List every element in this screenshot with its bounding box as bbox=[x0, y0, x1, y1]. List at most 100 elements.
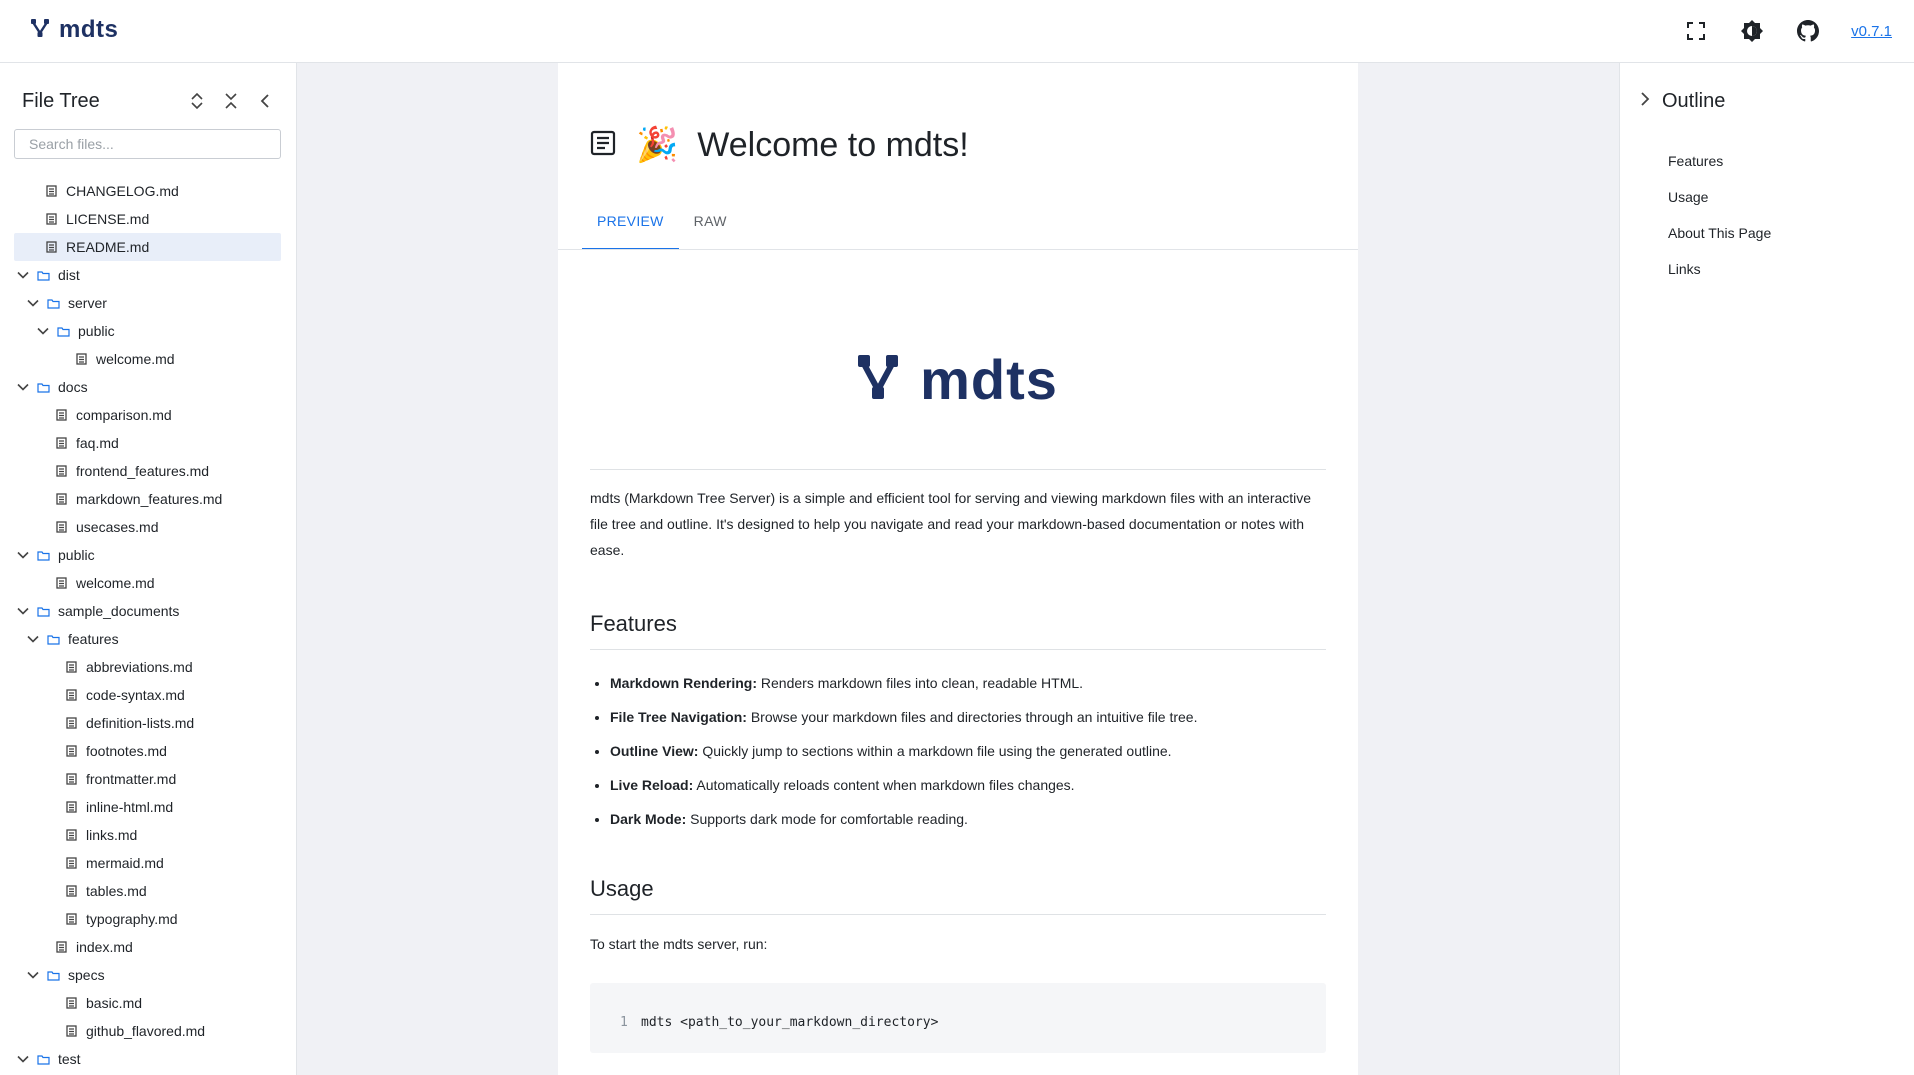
file-icon bbox=[54, 576, 68, 590]
feature-description: Renders markdown files into clean, reada… bbox=[757, 675, 1084, 691]
file-item[interactable]: README.md bbox=[14, 233, 281, 261]
chevron-down-icon[interactable] bbox=[34, 322, 52, 340]
code-line-number: 1 bbox=[620, 1015, 628, 1030]
tree-item-label: definition-lists.md bbox=[86, 715, 195, 731]
folder-item[interactable]: server bbox=[14, 289, 281, 317]
fullscreen-icon[interactable] bbox=[1683, 14, 1709, 48]
version-link[interactable]: v0.7.1 bbox=[1851, 23, 1892, 40]
feature-description: Browse your markdown files and directori… bbox=[746, 709, 1198, 725]
tree-item-label: dist bbox=[58, 267, 80, 283]
github-icon[interactable] bbox=[1795, 14, 1821, 48]
outline-item[interactable]: Usage bbox=[1668, 179, 1771, 215]
app-header: mdts v0.7.1 bbox=[0, 0, 1914, 63]
file-item[interactable]: footnotes.md bbox=[14, 737, 281, 765]
file-icon bbox=[64, 996, 78, 1010]
tree-item-label: footnotes.md bbox=[86, 743, 167, 759]
features-heading: Features bbox=[590, 611, 1326, 650]
tree-item-label: CHANGELOG.md bbox=[66, 183, 179, 199]
markdown-content: mdts mdts (Markdown Tree Server) is a si… bbox=[590, 250, 1326, 1053]
folder-item[interactable]: specs bbox=[14, 961, 281, 989]
folder-item[interactable]: features bbox=[14, 625, 281, 653]
chevron-down-icon[interactable] bbox=[14, 602, 32, 620]
page-title-text: Welcome to mdts! bbox=[697, 126, 969, 164]
file-item[interactable]: tables.md bbox=[14, 877, 281, 905]
file-item[interactable]: usecases.md bbox=[14, 513, 281, 541]
outline-toggle-icon[interactable] bbox=[1640, 91, 1650, 111]
document-icon bbox=[590, 130, 616, 161]
chevron-down-icon[interactable] bbox=[24, 630, 42, 648]
chevron-down-icon[interactable] bbox=[14, 546, 32, 564]
file-item[interactable]: frontend_features.md bbox=[14, 457, 281, 485]
collapse-all-icon[interactable] bbox=[214, 84, 248, 118]
file-item[interactable]: basic.md bbox=[14, 989, 281, 1017]
file-item[interactable]: LICENSE.md bbox=[14, 205, 281, 233]
file-item[interactable]: github_flavored.md bbox=[14, 1017, 281, 1045]
file-tree: CHANGELOG.md LICENSE.md README.md dist serve… bbox=[14, 177, 281, 1073]
hero-logo-icon bbox=[858, 355, 899, 404]
file-item[interactable]: faq.md bbox=[14, 429, 281, 457]
chevron-down-icon[interactable] bbox=[14, 378, 32, 396]
intro-paragraph: mdts (Markdown Tree Server) is a simple … bbox=[590, 490, 1312, 558]
collapse-sidebar-icon[interactable] bbox=[248, 84, 282, 118]
feature-list-item: Outline View: Quickly jump to sections w… bbox=[610, 734, 1326, 768]
file-item[interactable]: comparison.md bbox=[14, 401, 281, 429]
tab-preview[interactable]: PREVIEW bbox=[582, 203, 679, 250]
tree-item-label: public bbox=[58, 547, 95, 563]
chevron-down-icon[interactable] bbox=[14, 1050, 32, 1068]
file-item[interactable]: frontmatter.md bbox=[14, 765, 281, 793]
chevron-down-icon[interactable] bbox=[24, 294, 42, 312]
file-item[interactable]: welcome.md bbox=[14, 569, 281, 597]
file-item[interactable]: index.md bbox=[14, 933, 281, 961]
page-title: 🎉 Welcome to mdts! bbox=[636, 125, 969, 165]
file-item[interactable]: inline-html.md bbox=[14, 793, 281, 821]
file-item[interactable]: typography.md bbox=[14, 905, 281, 933]
file-icon bbox=[64, 912, 78, 926]
feature-list-item: Markdown Rendering: Renders markdown fil… bbox=[610, 666, 1326, 700]
file-item[interactable]: abbreviations.md bbox=[14, 653, 281, 681]
folder-item[interactable]: test bbox=[14, 1045, 281, 1073]
file-icon bbox=[54, 492, 68, 506]
file-item[interactable]: welcome.md bbox=[14, 345, 281, 373]
chevron-down-icon[interactable] bbox=[24, 966, 42, 984]
feature-name: Live Reload: bbox=[610, 777, 694, 793]
tab-raw[interactable]: RAW bbox=[679, 203, 742, 250]
file-item[interactable]: links.md bbox=[14, 821, 281, 849]
code-block: 1 mdts <path_to_your_markdown_directory> bbox=[590, 983, 1326, 1053]
tree-item-label: LICENSE.md bbox=[66, 211, 150, 227]
outline-item[interactable]: Features bbox=[1668, 143, 1771, 179]
chevron-down-icon[interactable] bbox=[14, 266, 32, 284]
search-input[interactable] bbox=[14, 129, 281, 159]
file-icon bbox=[54, 408, 68, 422]
file-item[interactable]: mermaid.md bbox=[14, 849, 281, 877]
feature-list-item: File Tree Navigation: Browse your markdo… bbox=[610, 700, 1326, 734]
file-icon bbox=[64, 744, 78, 758]
document-panel: 🎉 Welcome to mdts! PREVIEW RAW mdts mdts… bbox=[558, 63, 1358, 1075]
folder-item[interactable]: docs bbox=[14, 373, 281, 401]
outline-panel: Outline Features Usage About This Page Link… bbox=[1619, 63, 1914, 1075]
usage-heading: Usage bbox=[590, 876, 1326, 915]
expand-all-icon[interactable] bbox=[180, 84, 214, 118]
file-icon bbox=[64, 828, 78, 842]
outline-item[interactable]: Links bbox=[1668, 251, 1771, 287]
file-icon bbox=[64, 660, 78, 674]
feature-name: File Tree Navigation: bbox=[610, 709, 747, 725]
file-item[interactable]: markdown_features.md bbox=[14, 485, 281, 513]
file-item[interactable]: CHANGELOG.md bbox=[14, 177, 281, 205]
file-item[interactable]: code-syntax.md bbox=[14, 681, 281, 709]
folder-item[interactable]: sample_documents bbox=[14, 597, 281, 625]
feature-description: Quickly jump to sections within a markdo… bbox=[698, 743, 1172, 759]
folder-icon bbox=[46, 968, 60, 982]
folder-item[interactable]: public bbox=[14, 317, 281, 345]
file-tree-panel: File Tree CHANGELOG.md LICENSE.md README.m… bbox=[0, 63, 297, 1075]
folder-item[interactable]: dist bbox=[14, 261, 281, 289]
file-icon bbox=[54, 436, 68, 450]
folder-item[interactable]: public bbox=[14, 541, 281, 569]
outline-item[interactable]: About This Page bbox=[1668, 215, 1771, 251]
file-icon bbox=[64, 884, 78, 898]
tree-item-label: markdown_features.md bbox=[76, 491, 223, 507]
theme-toggle-icon[interactable] bbox=[1739, 14, 1765, 48]
view-tabs: PREVIEW RAW bbox=[582, 203, 742, 250]
app-logo[interactable]: mdts bbox=[31, 16, 118, 44]
file-item[interactable]: definition-lists.md bbox=[14, 709, 281, 737]
tree-item-label: public bbox=[78, 323, 115, 339]
